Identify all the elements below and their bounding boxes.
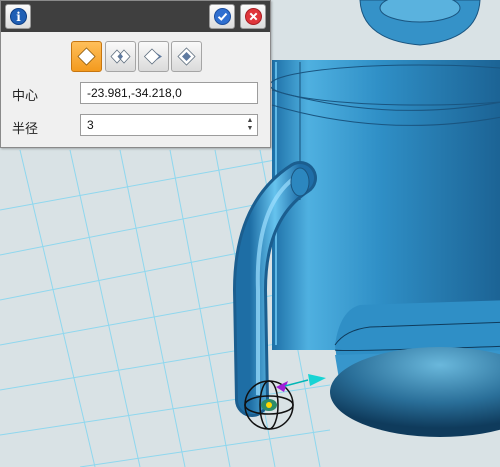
radius-label: 半径 bbox=[12, 121, 39, 136]
info-icon: i bbox=[10, 8, 27, 25]
center-input[interactable]: -23.981,-34.218,0 bbox=[80, 82, 258, 104]
center-label: 中心 bbox=[12, 88, 39, 103]
double-diamond-icon bbox=[110, 49, 131, 64]
info-button[interactable]: i bbox=[5, 4, 31, 29]
circle-properties-panel: i 中心 -23.981,-34.218,0 半径 3 ▲ ▼ bbox=[0, 0, 271, 148]
mode-double-side-button[interactable] bbox=[105, 41, 136, 72]
mode-side-inner-button[interactable] bbox=[171, 41, 202, 72]
confirm-button[interactable] bbox=[209, 4, 235, 29]
diamond-inner-icon bbox=[177, 47, 196, 66]
radius-value: 3 bbox=[87, 118, 94, 132]
mode-side-right-button[interactable] bbox=[138, 41, 169, 72]
cylinder-base bbox=[330, 300, 500, 437]
panel-title-bar: i bbox=[1, 1, 270, 32]
spin-arrows-icon[interactable]: ▲ ▼ bbox=[245, 117, 255, 133]
checkmark-icon bbox=[214, 8, 231, 25]
diamond-right-icon bbox=[143, 48, 162, 65]
diamond-icon bbox=[77, 47, 96, 66]
radius-spinbox[interactable]: 3 ▲ ▼ bbox=[80, 114, 258, 136]
mode-single-side-button[interactable] bbox=[71, 41, 102, 72]
close-x-icon bbox=[245, 8, 262, 25]
close-button[interactable] bbox=[240, 4, 266, 29]
